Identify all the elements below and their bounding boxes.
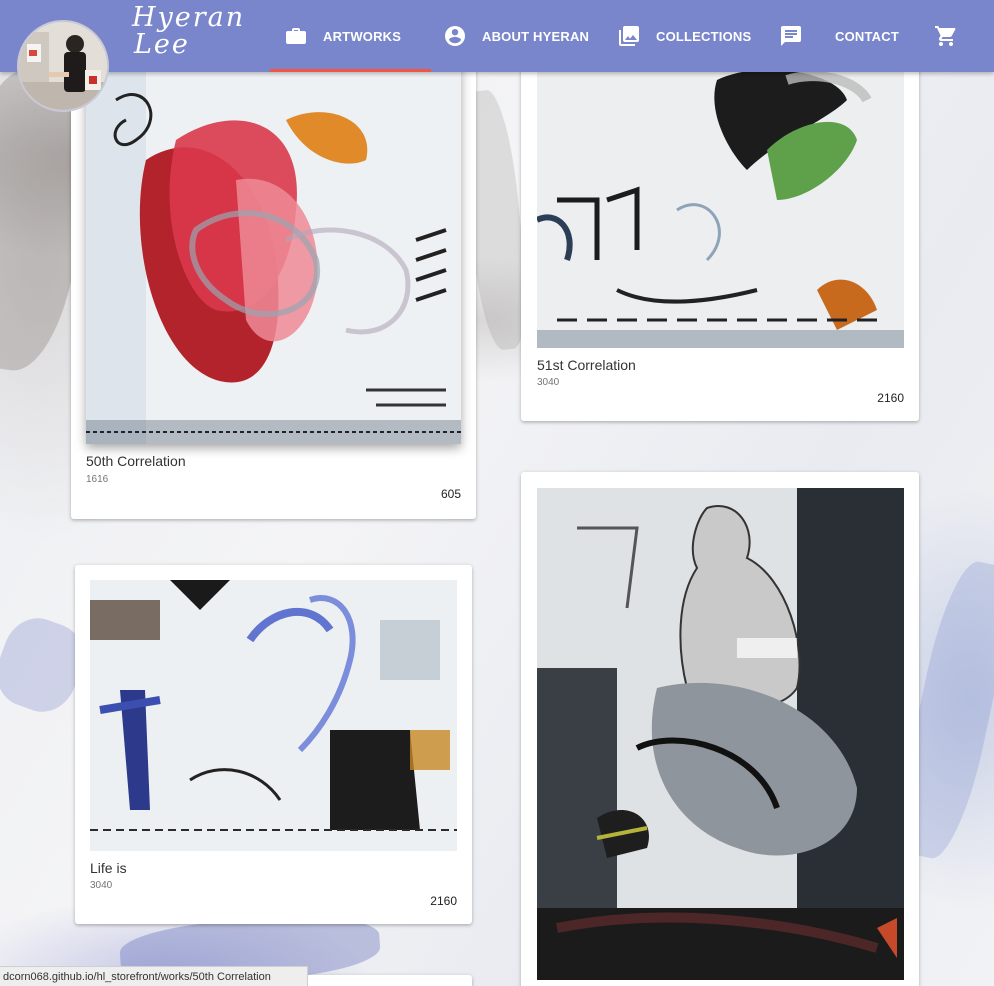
artwork-subtitle: 3040 (537, 377, 560, 388)
artwork-number: 2160 (877, 391, 904, 405)
artwork-image[interactable] (90, 580, 457, 851)
logo-line-1: Hyeran (132, 2, 246, 33)
artwork-title: Life is (90, 860, 127, 876)
artwork-subtitle: 1616 (86, 474, 109, 485)
active-tab-indicator (270, 69, 431, 72)
artwork-card[interactable] (521, 472, 919, 986)
nav-label-collections: COLLECTIONS (656, 28, 752, 44)
logo-line-2: Lee (134, 29, 190, 60)
artist-avatar[interactable] (17, 20, 109, 112)
artwork-card[interactable] (300, 975, 472, 986)
artwork-image[interactable] (537, 488, 904, 980)
nav-label-artworks: ARTWORKS (323, 28, 402, 44)
site-logo[interactable]: Hyeran Lee (132, 2, 246, 68)
artwork-number: 605 (440, 487, 461, 501)
cart-button[interactable] (934, 0, 958, 72)
photo-library-icon (617, 24, 641, 48)
account-circle-icon (443, 24, 467, 48)
browser-status-url: dcorn068.github.io/hl_storefront/works/5… (0, 966, 308, 986)
shopping-cart-icon (934, 24, 958, 48)
nav-item-artworks[interactable]: ARTWORKS (284, 0, 401, 72)
artwork-title: 51st Correlation (537, 357, 636, 373)
nav-label-contact: CONTACT (835, 28, 899, 44)
nav-label-about: ABOUT HYERAN (482, 28, 590, 44)
app-bar: Hyeran Lee ARTWORKS ABOUT HYERAN COLLECT… (0, 0, 994, 72)
artwork-card[interactable]: Life is 3040 2160 (75, 565, 472, 924)
artwork-card[interactable]: 51st Correlation 3040 2160 (521, 60, 919, 421)
artwork-card[interactable]: 50th Correlation 1616 605 (71, 60, 476, 519)
artwork-image[interactable] (86, 60, 461, 444)
briefcase-icon (284, 24, 308, 48)
artwork-subtitle: 3040 (90, 880, 113, 891)
chat-icon (779, 24, 803, 48)
nav-item-about[interactable]: ABOUT HYERAN (443, 0, 589, 72)
artwork-image[interactable] (537, 60, 904, 348)
nav-item-contact[interactable]: CONTACT (779, 0, 899, 72)
artwork-number: 2160 (430, 894, 457, 908)
artwork-title: 50th Correlation (86, 453, 186, 469)
nav-item-collections[interactable]: COLLECTIONS (617, 0, 751, 72)
